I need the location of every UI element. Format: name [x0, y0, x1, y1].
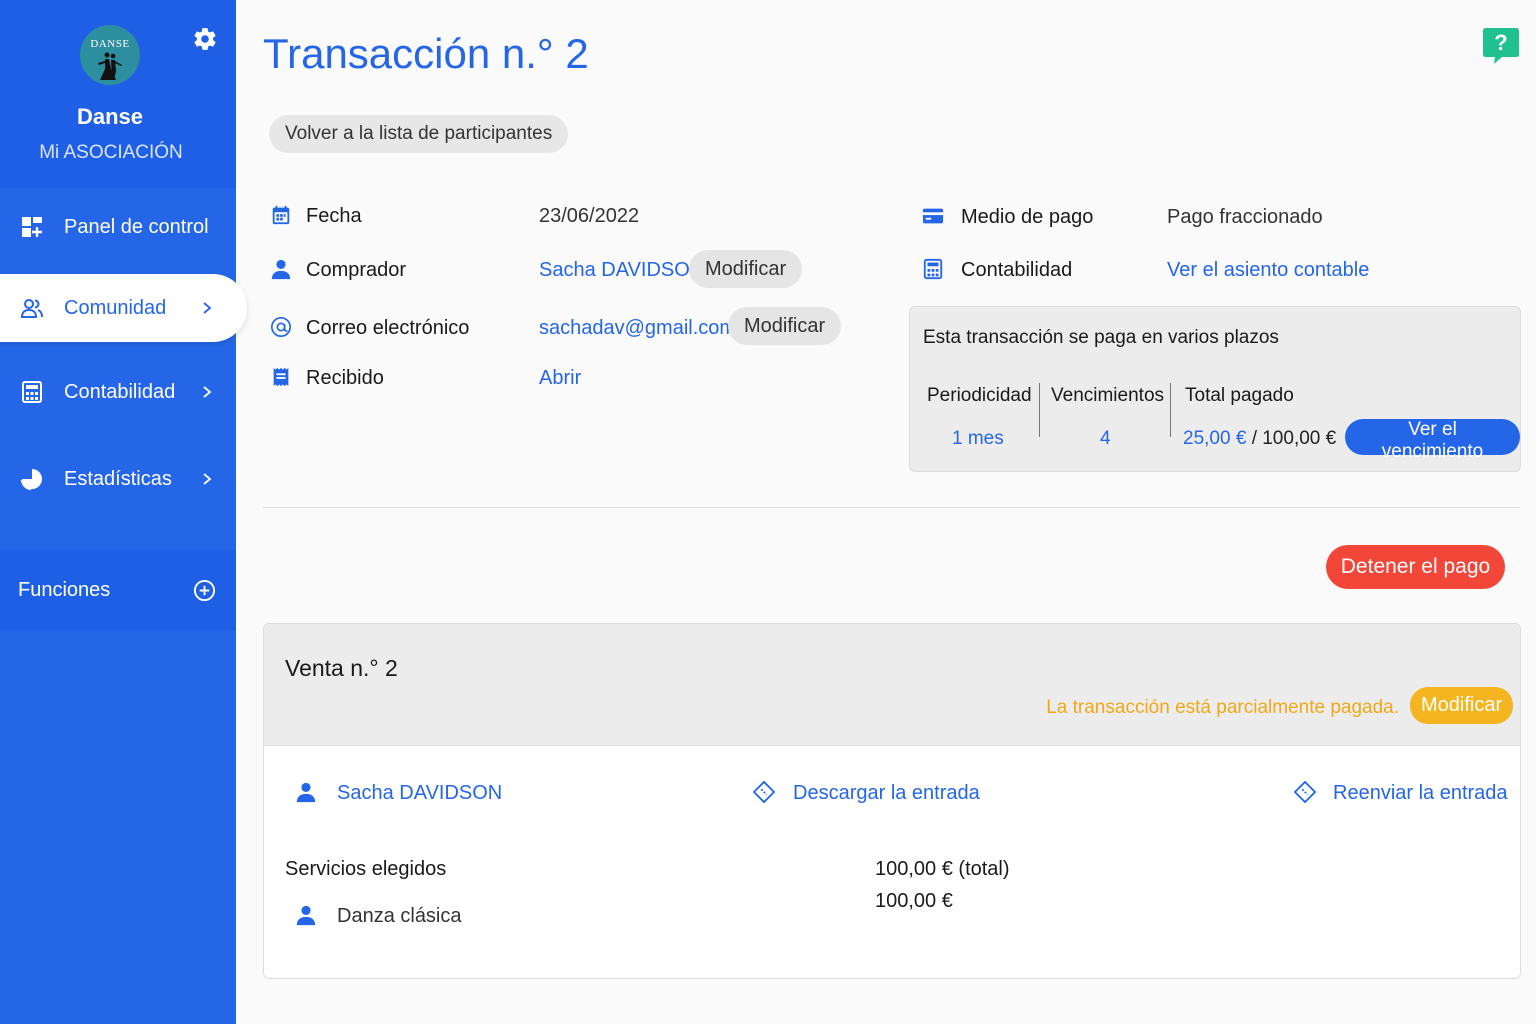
sidebar-item-label: Contabilidad	[64, 380, 176, 403]
ticket-icon	[753, 781, 775, 803]
ticket-icon	[1294, 781, 1316, 803]
total-amount: / 100,00 €	[1251, 428, 1337, 449]
sale-title: Venta n.° 2	[285, 655, 398, 681]
back-to-participants-button[interactable]: Volver a la lista de participantes	[269, 115, 569, 153]
chevron-right-icon	[203, 386, 212, 398]
functions-label: Funciones	[18, 579, 111, 601]
sale-header: Venta n.° 2 La transacción está parcialm…	[264, 624, 1520, 746]
sidebar-item-statistics[interactable]: Estadísticas	[0, 445, 236, 513]
resend-ticket-link[interactable]: Reenviar la entrada	[1333, 782, 1508, 805]
due-count-value: 4	[1100, 428, 1111, 449]
view-accounting-entry-link[interactable]: Ver el asiento contable	[1167, 259, 1369, 282]
association-logo[interactable]: DANSE	[80, 25, 140, 85]
open-receipt-link[interactable]: Abrir	[539, 367, 581, 390]
installments-title: Esta transacción se paga en varios plazo…	[923, 327, 1279, 348]
organization-name: Danse	[76, 104, 144, 129]
sale-status-text: La transacción está parcialmente pagada.	[1046, 697, 1399, 718]
page-title: Transacción n.° 2	[263, 30, 589, 77]
due-count-label: Vencimientos	[1051, 385, 1165, 406]
participant-link[interactable]: Sacha DAVIDSON	[337, 782, 502, 805]
user-icon	[296, 782, 316, 803]
logo-text: DANSE	[90, 38, 130, 50]
at-sign-icon	[271, 317, 291, 337]
receipt-icon	[273, 367, 289, 387]
organization-subtitle: Mi ASOCIACIÓN	[39, 142, 183, 163]
modify-email-button[interactable]: Modificar	[728, 307, 842, 345]
buyer-link[interactable]: Sacha DAVIDSON	[539, 259, 704, 282]
sidebar-item-label: Panel de control	[64, 215, 209, 238]
sidebar-item-label: Estadísticas	[64, 467, 172, 490]
receipt-label: Recibido	[306, 367, 384, 389]
total-paid-label: Total pagado	[1185, 385, 1294, 406]
column-divider	[1170, 383, 1171, 437]
sidebar-item-dashboard[interactable]: Panel de control	[0, 193, 236, 261]
email-link[interactable]: sachadav@gmail.com	[539, 317, 736, 340]
sidebar-item-label: Comunidad	[64, 296, 167, 319]
sidebar-brand: DANSE Danse Mi ASOCIACIÓN	[0, 0, 236, 188]
periodicity-label: Periodicidad	[927, 385, 1032, 406]
stop-payment-button[interactable]: Detener el pago	[1326, 545, 1505, 589]
modify-buyer-button[interactable]: Modificar	[689, 250, 803, 288]
download-ticket-link[interactable]: Descargar la entrada	[793, 782, 980, 805]
help-label: ?	[1494, 30, 1508, 55]
pie-chart-icon	[20, 469, 42, 491]
email-label: Correo electrónico	[306, 317, 470, 339]
service-name: Danza clásica	[337, 905, 462, 927]
chevron-right-icon	[203, 473, 212, 485]
total-paid-value: 25,00 € / 100,00 €	[1183, 428, 1336, 450]
calendar-icon	[272, 205, 290, 225]
see-due-date-button[interactable]: Ver el vencimiento	[1345, 419, 1520, 462]
payment-method-value: Pago fraccionado	[1167, 206, 1323, 228]
service-amount: 100,00 €	[875, 890, 953, 912]
sale-card: Venta n.° 2 La transacción está parcialm…	[263, 623, 1521, 979]
calculator-icon	[22, 381, 42, 403]
periodicity-value: 1 mes	[952, 428, 1004, 449]
community-users-icon	[20, 299, 43, 318]
calculator-icon	[923, 258, 943, 280]
accounting-label: Contabilidad	[961, 259, 1073, 281]
sidebar: DANSE Danse Mi ASOCIACIÓN Panel de contr…	[0, 0, 247, 1024]
sidebar-item-community[interactable]: Comunidad	[0, 274, 247, 342]
settings-gear-icon[interactable]	[192, 26, 218, 52]
installments-panel: Esta transacción se paga en varios plazo…	[909, 306, 1521, 472]
credit-card-icon	[922, 208, 944, 224]
dancers-icon	[98, 52, 122, 80]
dashboard-icon	[22, 217, 42, 237]
buyer-label: Comprador	[306, 259, 407, 281]
services-total: 100,00 € (total)	[875, 858, 1010, 880]
user-icon	[296, 905, 316, 926]
date-label: Fecha	[306, 205, 362, 227]
chevron-right-icon	[203, 302, 212, 314]
sidebar-item-accounting[interactable]: Contabilidad	[0, 358, 236, 426]
column-divider	[1039, 383, 1040, 437]
modify-sale-button[interactable]: Modificar	[1410, 687, 1514, 724]
paid-amount: 25,00 €	[1183, 428, 1247, 449]
date-value: 23/06/2022	[539, 205, 640, 227]
user-icon	[271, 259, 291, 280]
section-divider	[263, 507, 1520, 508]
add-function-plus-icon[interactable]	[193, 579, 216, 602]
payment-method-label: Medio de pago	[961, 206, 1094, 228]
services-label: Servicios elegidos	[285, 858, 447, 880]
